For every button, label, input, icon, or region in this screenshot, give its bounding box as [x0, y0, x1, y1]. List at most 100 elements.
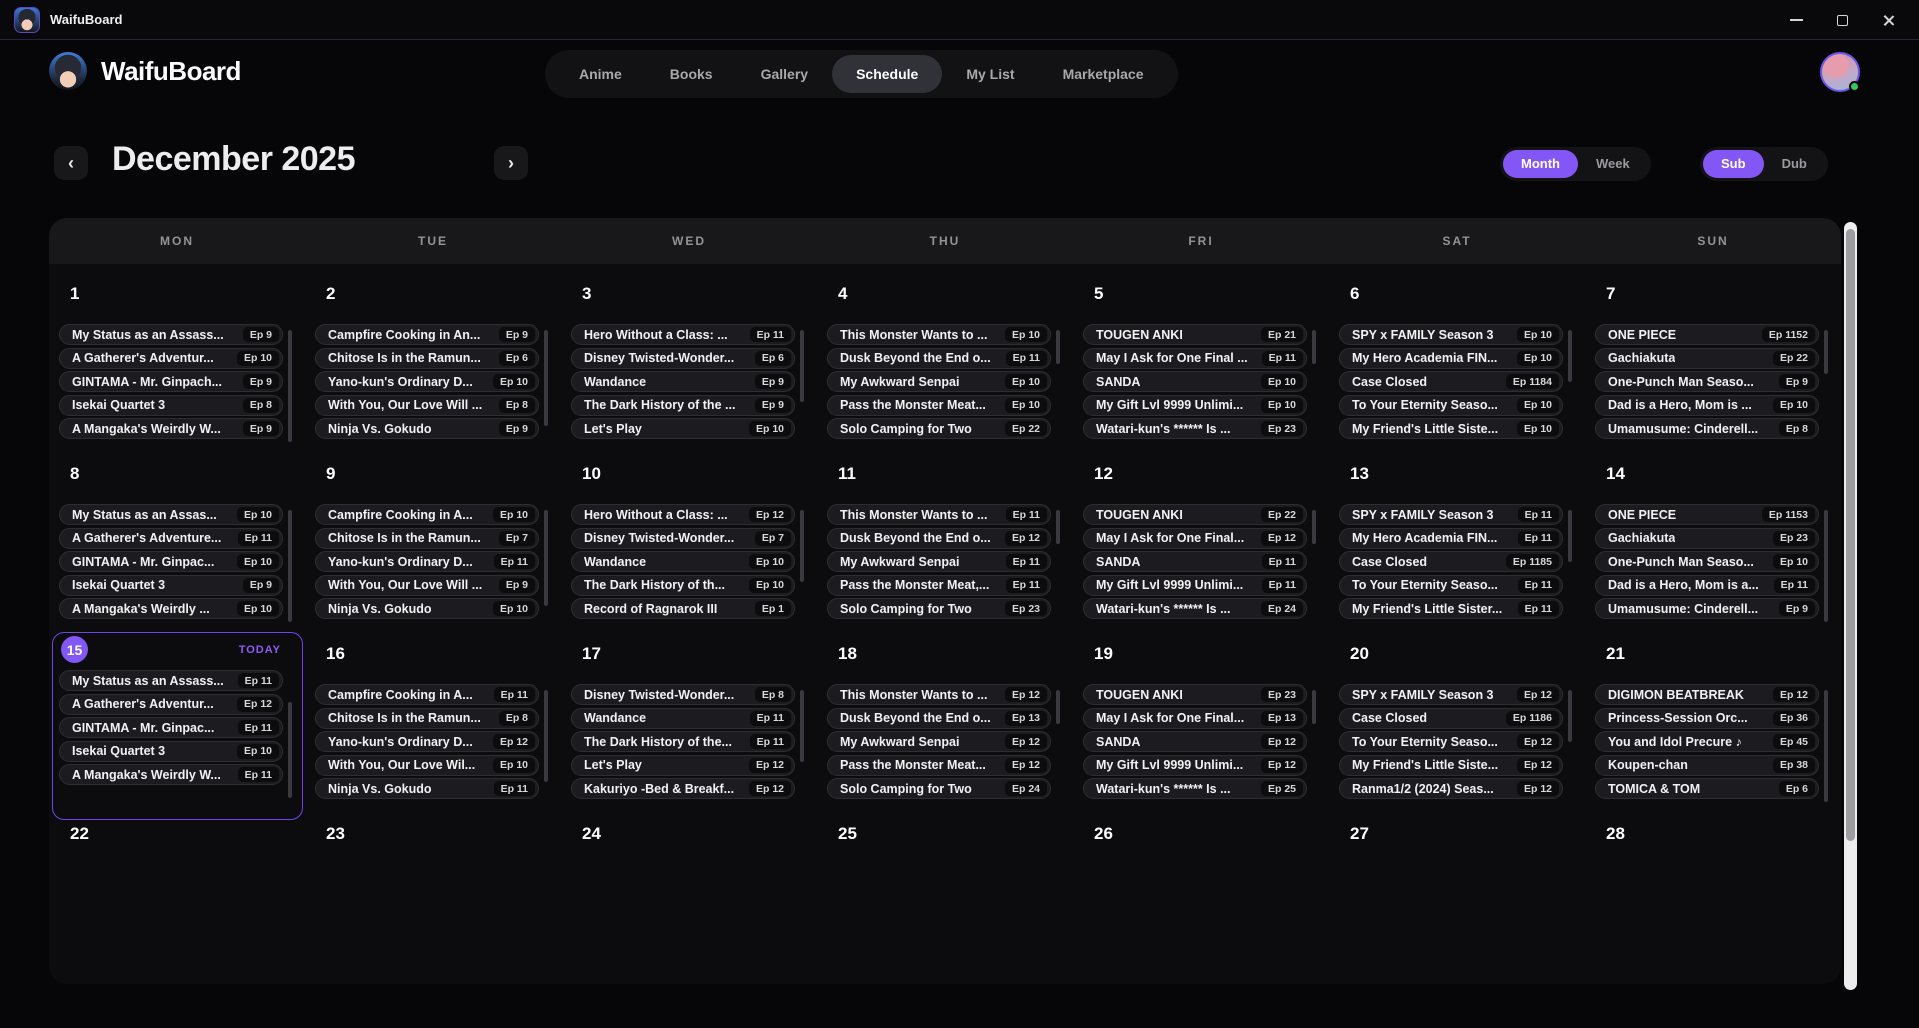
schedule-entry[interactable]: My Awkward SenpaiEp 12 — [827, 731, 1051, 752]
schedule-entry[interactable]: My Hero Academia FIN...Ep 11 — [1339, 528, 1563, 549]
schedule-entry[interactable]: Chitose Is in the Ramun...Ep 6 — [315, 348, 539, 369]
schedule-entry[interactable]: TOMICA & TOMEp 6 — [1595, 778, 1819, 799]
schedule-entry[interactable]: Pass the Monster Meat,...Ep 11 — [827, 575, 1051, 596]
nav-tab-marketplace[interactable]: Marketplace — [1039, 55, 1168, 93]
cell-scrollbar[interactable] — [1056, 690, 1060, 724]
close-button[interactable] — [1865, 0, 1911, 40]
schedule-entry[interactable]: You and Idol Precure ♪Ep 45 — [1595, 731, 1819, 752]
day-cell-19[interactable]: 19TOUGEN ANKIEp 23May I Ask for One Fina… — [1073, 624, 1329, 804]
schedule-entry[interactable]: To Your Eternity Seaso...Ep 10 — [1339, 395, 1563, 416]
schedule-entry[interactable]: Chitose Is in the Ramun...Ep 8 — [315, 708, 539, 729]
schedule-entry[interactable]: With You, Our Love Will ...Ep 8 — [315, 395, 539, 416]
day-cell-25[interactable]: 25 — [817, 804, 1073, 984]
schedule-entry[interactable]: Solo Camping for TwoEp 24 — [827, 778, 1051, 799]
day-cell-20[interactable]: 20SPY x FAMILY Season 3Ep 12Case ClosedE… — [1329, 624, 1585, 804]
cell-scrollbar[interactable] — [1056, 510, 1060, 544]
schedule-entry[interactable]: Watari-kun's ****** Is ...Ep 23 — [1083, 418, 1307, 439]
schedule-entry[interactable]: My Awkward SenpaiEp 10 — [827, 371, 1051, 392]
schedule-entry[interactable]: Campfire Cooking in A...Ep 10 — [315, 504, 539, 525]
schedule-entry[interactable]: The Dark History of the ...Ep 9 — [571, 395, 795, 416]
schedule-entry[interactable]: May I Ask for One Final ...Ep 11 — [1083, 348, 1307, 369]
schedule-entry[interactable]: Dusk Beyond the End o...Ep 11 — [827, 348, 1051, 369]
schedule-entry[interactable]: Dusk Beyond the End o...Ep 13 — [827, 708, 1051, 729]
schedule-entry[interactable]: Ninja Vs. GokudoEp 9 — [315, 418, 539, 439]
schedule-entry[interactable]: ONE PIECEEp 1153 — [1595, 504, 1819, 525]
schedule-entry[interactable]: Case ClosedEp 1186 — [1339, 708, 1563, 729]
schedule-entry[interactable]: Isekai Quartet 3Ep 9 — [59, 575, 283, 596]
day-cell-8[interactable]: 8My Status as an Assas...Ep 10A Gatherer… — [49, 444, 305, 624]
schedule-entry[interactable]: Koupen-chanEp 38 — [1595, 755, 1819, 776]
day-cell-15[interactable]: 15TODAYMy Status as an Assass...Ep 11A G… — [49, 624, 305, 804]
schedule-entry[interactable]: Dusk Beyond the End o...Ep 12 — [827, 528, 1051, 549]
schedule-entry[interactable]: TOUGEN ANKIEp 21 — [1083, 324, 1307, 345]
schedule-entry[interactable]: Chitose Is in the Ramun...Ep 7 — [315, 528, 539, 549]
schedule-entry[interactable]: Disney Twisted-Wonder...Ep 8 — [571, 684, 795, 705]
view-option-week[interactable]: Week — [1578, 150, 1648, 178]
schedule-entry[interactable]: GINTAMA - Mr. Ginpac...Ep 10 — [59, 551, 283, 572]
schedule-entry[interactable]: Pass the Monster Meat...Ep 12 — [827, 755, 1051, 776]
schedule-entry[interactable]: Campfire Cooking in A...Ep 11 — [315, 684, 539, 705]
nav-tab-books[interactable]: Books — [646, 55, 737, 93]
day-cell-11[interactable]: 11This Monster Wants to ...Ep 11Dusk Bey… — [817, 444, 1073, 624]
schedule-entry[interactable]: Dad is a Hero, Mom is ...Ep 10 — [1595, 395, 1819, 416]
schedule-entry[interactable]: The Dark History of th...Ep 10 — [571, 575, 795, 596]
schedule-entry[interactable]: Let's PlayEp 12 — [571, 755, 795, 776]
schedule-entry[interactable]: Watari-kun's ****** Is ...Ep 24 — [1083, 598, 1307, 619]
maximize-button[interactable] — [1819, 0, 1865, 40]
cell-scrollbar[interactable] — [1312, 510, 1316, 544]
cell-scrollbar[interactable] — [1312, 690, 1316, 724]
day-cell-13[interactable]: 13SPY x FAMILY Season 3Ep 11My Hero Acad… — [1329, 444, 1585, 624]
day-cell-26[interactable]: 26 — [1073, 804, 1329, 984]
schedule-entry[interactable]: Let's PlayEp 10 — [571, 418, 795, 439]
schedule-entry[interactable]: A Mangaka's Weirdly W...Ep 11 — [59, 764, 283, 785]
schedule-entry[interactable]: To Your Eternity Seaso...Ep 11 — [1339, 575, 1563, 596]
cell-scrollbar[interactable] — [544, 690, 548, 782]
view-option-month[interactable]: Month — [1503, 150, 1578, 178]
schedule-entry[interactable]: A Gatherer's Adventure...Ep 11 — [59, 528, 283, 549]
day-cell-23[interactable]: 23 — [305, 804, 561, 984]
day-cell-6[interactable]: 6SPY x FAMILY Season 3Ep 10My Hero Acade… — [1329, 264, 1585, 444]
day-cell-16[interactable]: 16Campfire Cooking in A...Ep 11Chitose I… — [305, 624, 561, 804]
schedule-entry[interactable]: A Mangaka's Weirdly W...Ep 9 — [59, 418, 283, 439]
schedule-entry[interactable]: A Mangaka's Weirdly ...Ep 10 — [59, 598, 283, 619]
schedule-entry[interactable]: My Hero Academia FIN...Ep 10 — [1339, 348, 1563, 369]
user-avatar[interactable] — [1820, 52, 1860, 92]
schedule-entry[interactable]: SANDAEp 12 — [1083, 731, 1307, 752]
day-cell-3[interactable]: 3Hero Without a Class: ...Ep 11Disney Tw… — [561, 264, 817, 444]
day-cell-2[interactable]: 2Campfire Cooking in An...Ep 9Chitose Is… — [305, 264, 561, 444]
schedule-entry[interactable]: Yano-kun's Ordinary D...Ep 10 — [315, 371, 539, 392]
schedule-entry[interactable]: WandanceEp 10 — [571, 551, 795, 572]
schedule-entry[interactable]: SPY x FAMILY Season 3Ep 10 — [1339, 324, 1563, 345]
schedule-entry[interactable]: Ninja Vs. GokudoEp 10 — [315, 598, 539, 619]
schedule-entry[interactable]: Princess-Session Orc...Ep 36 — [1595, 708, 1819, 729]
day-cell-9[interactable]: 9Campfire Cooking in A...Ep 10Chitose Is… — [305, 444, 561, 624]
schedule-entry[interactable]: Dad is a Hero, Mom is a...Ep 11 — [1595, 575, 1819, 596]
nav-tab-my-list[interactable]: My List — [942, 55, 1038, 93]
schedule-entry[interactable]: SPY x FAMILY Season 3Ep 12 — [1339, 684, 1563, 705]
schedule-entry[interactable]: May I Ask for One Final...Ep 13 — [1083, 708, 1307, 729]
schedule-entry[interactable]: My Gift Lvl 9999 Unlimi...Ep 11 — [1083, 575, 1307, 596]
cell-scrollbar[interactable] — [544, 510, 548, 606]
schedule-entry[interactable]: One-Punch Man Seaso...Ep 9 — [1595, 371, 1819, 392]
cell-scrollbar[interactable] — [800, 690, 804, 762]
schedule-entry[interactable]: SANDAEp 11 — [1083, 551, 1307, 572]
schedule-entry[interactable]: TOUGEN ANKIEp 22 — [1083, 504, 1307, 525]
schedule-entry[interactable]: This Monster Wants to ...Ep 11 — [827, 504, 1051, 525]
cell-scrollbar[interactable] — [800, 330, 804, 402]
schedule-entry[interactable]: GachiakutaEp 23 — [1595, 528, 1819, 549]
prev-month-button[interactable]: ‹ — [54, 146, 88, 180]
nav-tab-gallery[interactable]: Gallery — [737, 55, 832, 93]
audio-option-sub[interactable]: Sub — [1703, 150, 1764, 178]
schedule-entry[interactable]: My Gift Lvl 9999 Unlimi...Ep 10 — [1083, 395, 1307, 416]
day-cell-28[interactable]: 28 — [1585, 804, 1841, 984]
cell-scrollbar[interactable] — [1824, 510, 1828, 622]
schedule-entry[interactable]: Watari-kun's ****** Is ...Ep 25 — [1083, 778, 1307, 799]
schedule-entry[interactable]: My Status as an Assas...Ep 10 — [59, 504, 283, 525]
schedule-entry[interactable]: SANDAEp 10 — [1083, 371, 1307, 392]
schedule-entry[interactable]: My Status as an Assass...Ep 9 — [59, 324, 283, 345]
schedule-entry[interactable]: Isekai Quartet 3Ep 10 — [59, 741, 283, 762]
cell-scrollbar[interactable] — [1824, 330, 1828, 374]
audio-option-dub[interactable]: Dub — [1764, 150, 1825, 178]
schedule-entry[interactable]: Ranma1/2 (2024) Seas...Ep 12 — [1339, 778, 1563, 799]
schedule-entry[interactable]: ONE PIECEEp 1152 — [1595, 324, 1819, 345]
